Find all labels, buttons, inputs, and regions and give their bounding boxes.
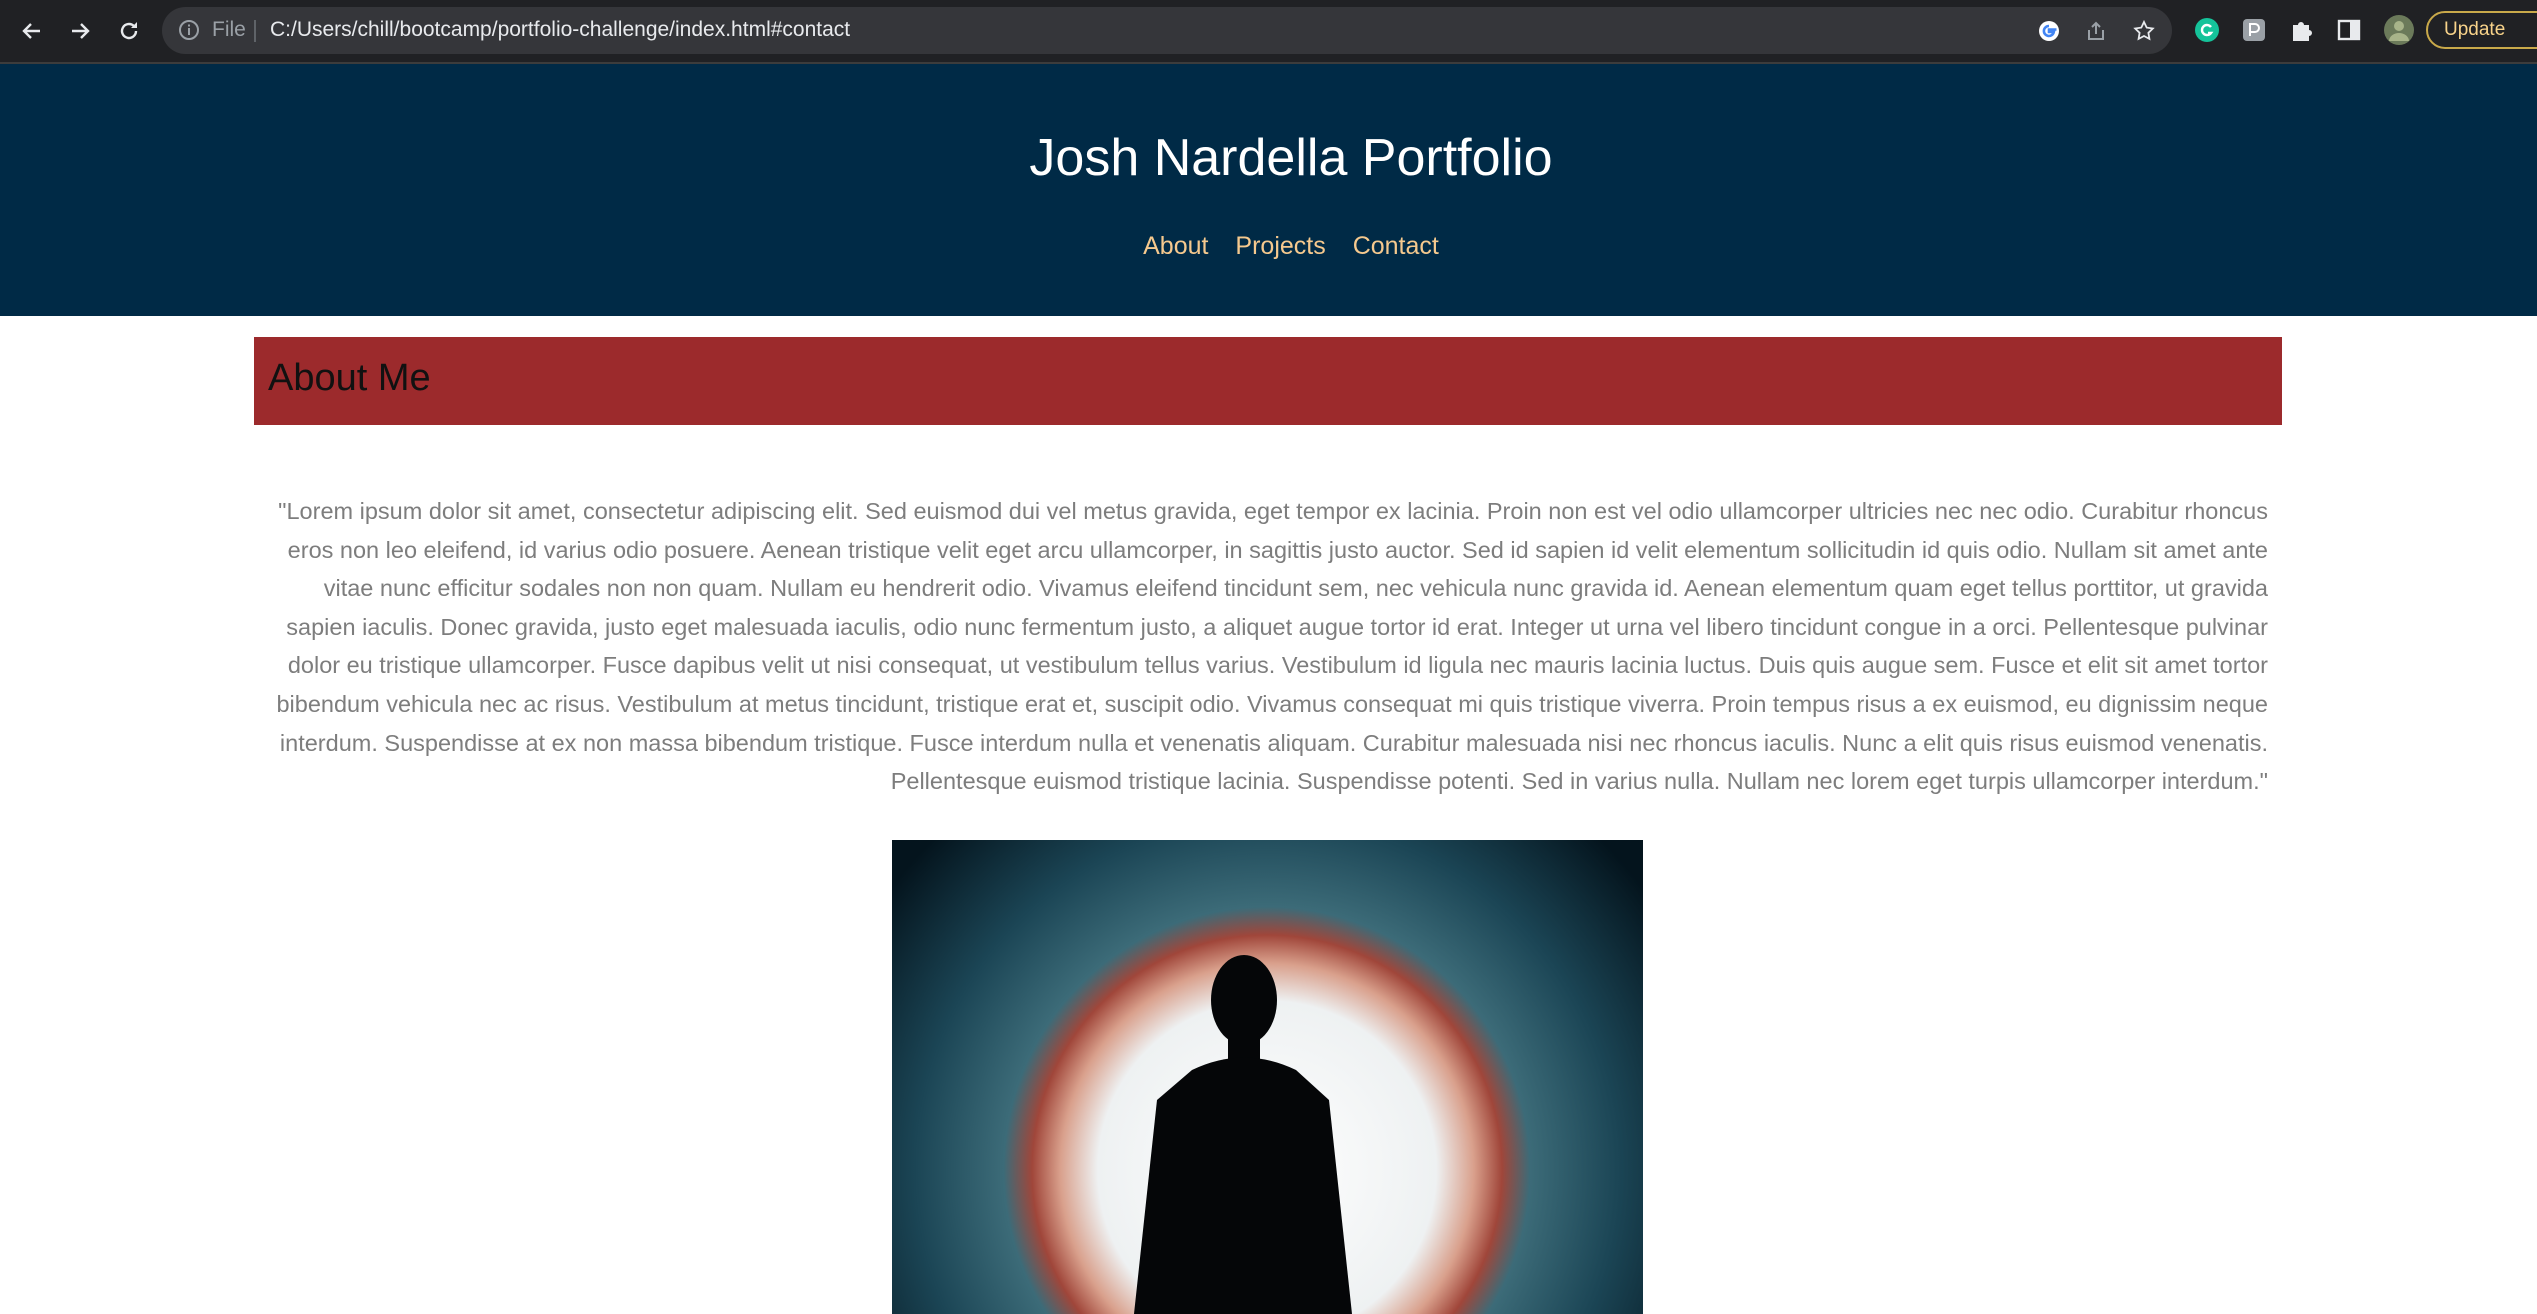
nav-link-projects[interactable]: Projects (1235, 232, 1325, 260)
arrow-left-icon (22, 23, 40, 39)
google-icon[interactable] (2037, 19, 2061, 43)
page-title: Josh Nardella Portfolio (1029, 129, 1553, 187)
nav-link-contact[interactable]: Contact (1353, 232, 1439, 260)
forward-button[interactable] (63, 14, 97, 48)
about-heading: About Me (268, 357, 431, 399)
profile-image (892, 840, 1643, 1314)
main-nav: About Projects Contact (0, 232, 2537, 261)
about-paragraph: "Lorem ipsum dolor sit amet, consectetur… (276, 498, 2268, 795)
omnibox-divider (254, 20, 256, 42)
browser-toolbar: File C:/Users/chill/bootcamp/portfolio-c… (0, 0, 2537, 64)
star-icon[interactable] (2132, 19, 2156, 43)
info-icon[interactable] (178, 19, 200, 41)
extension-icon[interactable] (2239, 15, 2269, 45)
nav-link-about[interactable]: About (1143, 232, 1208, 260)
side-panel-icon[interactable] (2334, 15, 2364, 45)
reload-button[interactable] (112, 14, 146, 48)
share-icon[interactable] (2084, 19, 2108, 43)
file-scheme-label: File (212, 18, 246, 41)
address-bar[interactable]: File C:/Users/chill/bootcamp/portfolio-c… (162, 7, 2172, 54)
site-header: Josh Nardella Portfolio About Projects C… (0, 64, 2537, 316)
update-button[interactable]: Update⋮ (2426, 11, 2537, 49)
update-label: Update (2444, 19, 2506, 40)
reload-icon (120, 22, 138, 40)
back-button[interactable] (15, 14, 49, 48)
puzzle-icon[interactable] (2287, 15, 2317, 45)
arrow-right-icon (72, 23, 90, 39)
grammarly-extension-icon[interactable] (2192, 15, 2222, 45)
url-text[interactable]: C:/Users/chill/bootcamp/portfolio-challe… (270, 18, 850, 42)
avatar[interactable] (2383, 14, 2415, 46)
about-heading-bar: About Me (254, 337, 2282, 425)
